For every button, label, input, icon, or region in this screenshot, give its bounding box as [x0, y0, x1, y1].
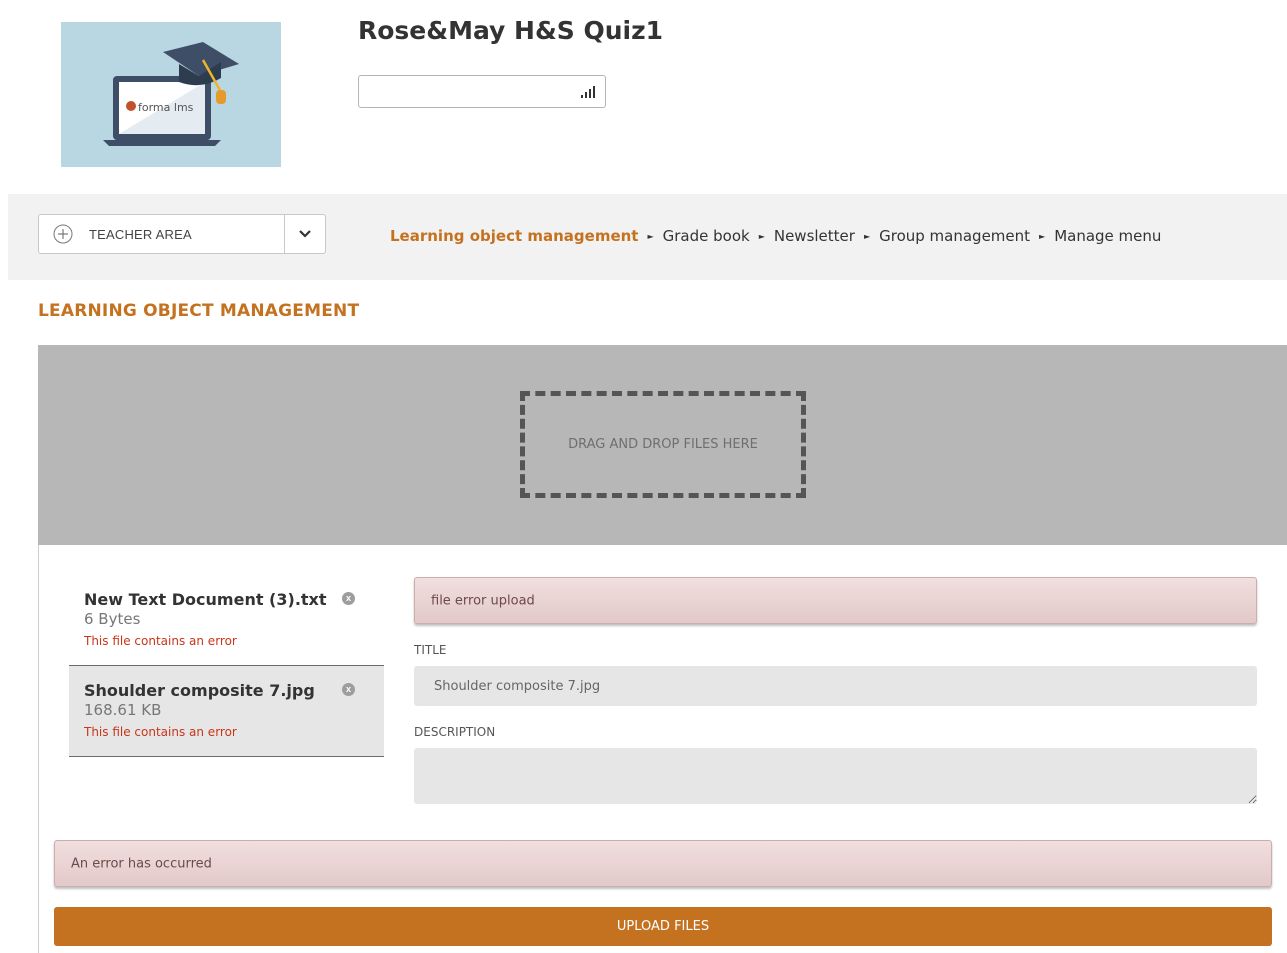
chevron-down-icon[interactable]	[298, 228, 312, 240]
breadcrumb: Learning object management ► Grade book ► Ne…	[390, 227, 1161, 245]
breadcrumb-group-management[interactable]: Group management	[879, 227, 1030, 245]
file-list-item-selected[interactable]: Shoulder composite 7.jpg 168.61 KB This …	[69, 666, 384, 757]
laptop-graduation-cap-icon: forma lms	[103, 42, 239, 146]
file-size: 6 Bytes	[84, 610, 141, 628]
signal-bars-icon	[581, 86, 595, 98]
logo-text: forma lms	[138, 101, 194, 114]
remove-file-icon[interactable]: x	[342, 683, 355, 696]
course-navigation-bar: TEACHER AREA Learning object management ►…	[8, 194, 1287, 280]
plus-circle-icon	[53, 224, 73, 244]
breadcrumb-separator-icon: ►	[647, 232, 654, 241]
course-title: Rose&May H&S Quiz1	[358, 16, 664, 45]
remove-file-icon[interactable]: x	[342, 592, 355, 605]
teacher-area-dropdown[interactable]: TEACHER AREA	[38, 214, 326, 254]
title-label: TITLE	[414, 643, 447, 657]
breadcrumb-separator-icon: ►	[758, 232, 765, 241]
general-error-text: An error has occurred	[71, 856, 212, 871]
dropdown-divider	[284, 215, 285, 253]
breadcrumb-separator-icon: ►	[863, 232, 871, 241]
file-error-message: This file contains an error	[84, 634, 237, 648]
file-name: Shoulder composite 7.jpg	[84, 681, 315, 700]
platform-logo: forma lms	[61, 22, 281, 167]
breadcrumb-manage-menu[interactable]: Manage menu	[1054, 227, 1161, 245]
file-size: 168.61 KB	[84, 701, 162, 719]
breadcrumb-separator-icon: ►	[1039, 232, 1046, 241]
breadcrumb-learning-object-management[interactable]: Learning object management	[390, 227, 638, 245]
file-list-item[interactable]: New Text Document (3).txt 6 Bytes This f…	[69, 575, 384, 666]
file-error-message: This file contains an error	[84, 725, 237, 739]
general-error-alert: An error has occurred	[54, 840, 1272, 887]
upload-files-button[interactable]: UPLOAD FILES	[54, 907, 1272, 946]
drop-instructions: DRAG AND DROP FILES HERE	[568, 437, 758, 452]
page-title: LEARNING OBJECT MANAGEMENT	[38, 301, 360, 321]
breadcrumb-grade-book[interactable]: Grade book	[663, 227, 750, 245]
drop-target[interactable]: DRAG AND DROP FILES HERE	[520, 391, 806, 498]
description-label: DESCRIPTION	[414, 725, 496, 739]
file-upload-error-alert: file error upload	[414, 577, 1257, 624]
course-progress-box[interactable]	[358, 75, 606, 108]
file-upload-error-text: file error upload	[431, 593, 535, 608]
file-drop-area[interactable]: DRAG AND DROP FILES HERE	[38, 345, 1287, 545]
file-name: New Text Document (3).txt	[84, 590, 327, 609]
title-input[interactable]	[414, 666, 1257, 706]
breadcrumb-newsletter[interactable]: Newsletter	[774, 227, 855, 245]
description-textarea[interactable]	[414, 748, 1257, 804]
teacher-area-label: TEACHER AREA	[89, 227, 192, 242]
